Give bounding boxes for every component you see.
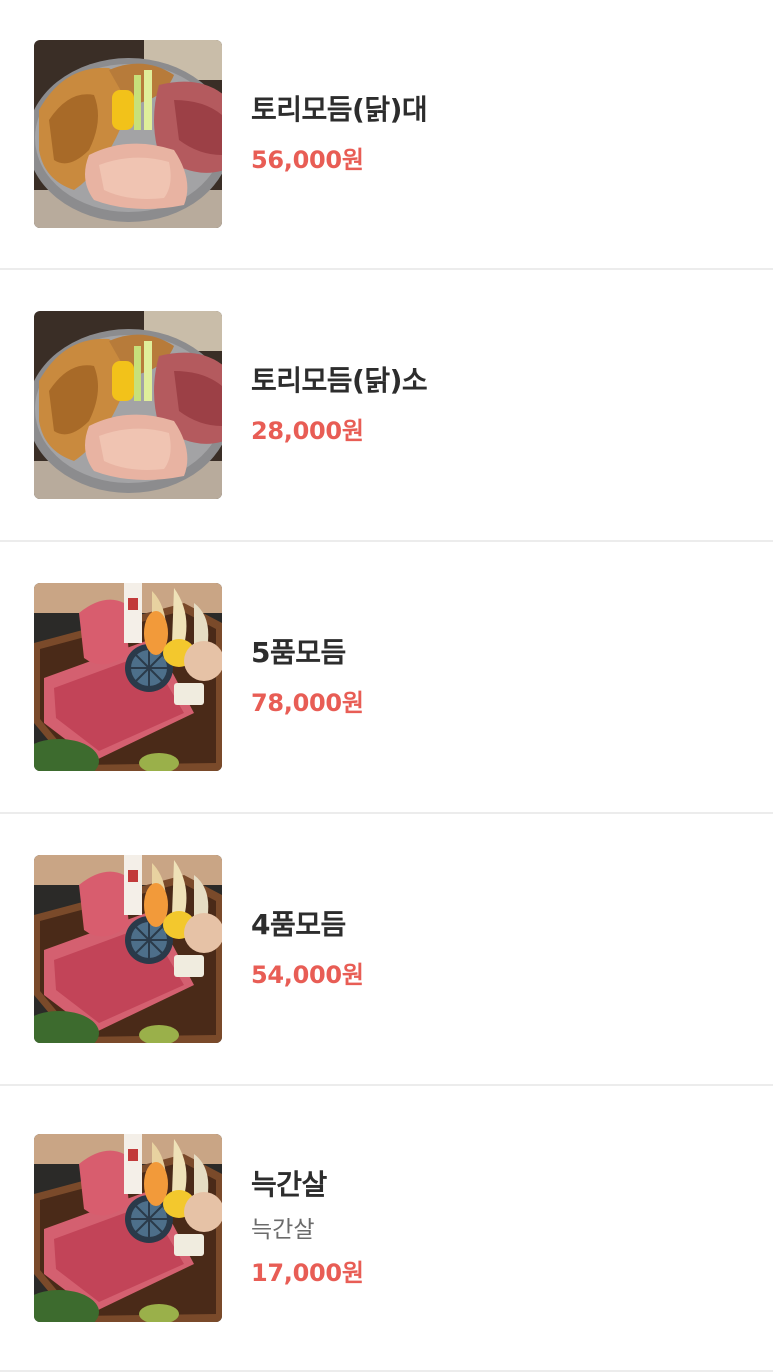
menu-item-image bbox=[34, 1134, 222, 1322]
menu-item-description: 늑간살 bbox=[251, 1217, 315, 1243]
menu-item-name: 늑간살 bbox=[251, 1168, 327, 1201]
menu-item-info: 5품모듬 78,000원 bbox=[251, 635, 364, 719]
menu-item-price: 78,000원 bbox=[251, 689, 364, 717]
menu-item-price: 56,000원 bbox=[251, 146, 364, 174]
menu-item-1[interactable]: 토리모듬(닭)소 28,000원 bbox=[0, 270, 773, 542]
menu-item-2[interactable]: 5품모듬 78,000원 bbox=[0, 542, 773, 814]
menu-item-image bbox=[34, 40, 222, 228]
menu-item-name: 4품모듬 bbox=[251, 908, 346, 941]
menu-item-name: 토리모듬(닭)대 bbox=[251, 93, 428, 126]
menu-item-info: 4품모듬 54,000원 bbox=[251, 907, 364, 991]
menu-item-info: 늑간살 늑간살 17,000원 bbox=[251, 1167, 364, 1289]
menu-list: 토리모듬(닭)대 56,000원 토리모듬(닭)소 28,000원 5품모듬 7… bbox=[0, 0, 773, 1372]
menu-item-price: 28,000원 bbox=[251, 417, 364, 445]
menu-item-name: 토리모듬(닭)소 bbox=[251, 364, 428, 397]
menu-item-0[interactable]: 토리모듬(닭)대 56,000원 bbox=[0, 0, 773, 270]
menu-item-image bbox=[34, 311, 222, 499]
menu-item-4[interactable]: 늑간살 늑간살 17,000원 bbox=[0, 1086, 773, 1372]
menu-item-name: 5품모듬 bbox=[251, 636, 346, 669]
menu-item-price: 17,000원 bbox=[251, 1259, 364, 1287]
menu-item-info: 토리모듬(닭)소 28,000원 bbox=[251, 363, 428, 447]
menu-item-3[interactable]: 4품모듬 54,000원 bbox=[0, 814, 773, 1086]
menu-item-image bbox=[34, 583, 222, 771]
menu-item-price: 54,000원 bbox=[251, 961, 364, 989]
menu-item-image bbox=[34, 855, 222, 1043]
menu-item-info: 토리모듬(닭)대 56,000원 bbox=[251, 92, 428, 176]
